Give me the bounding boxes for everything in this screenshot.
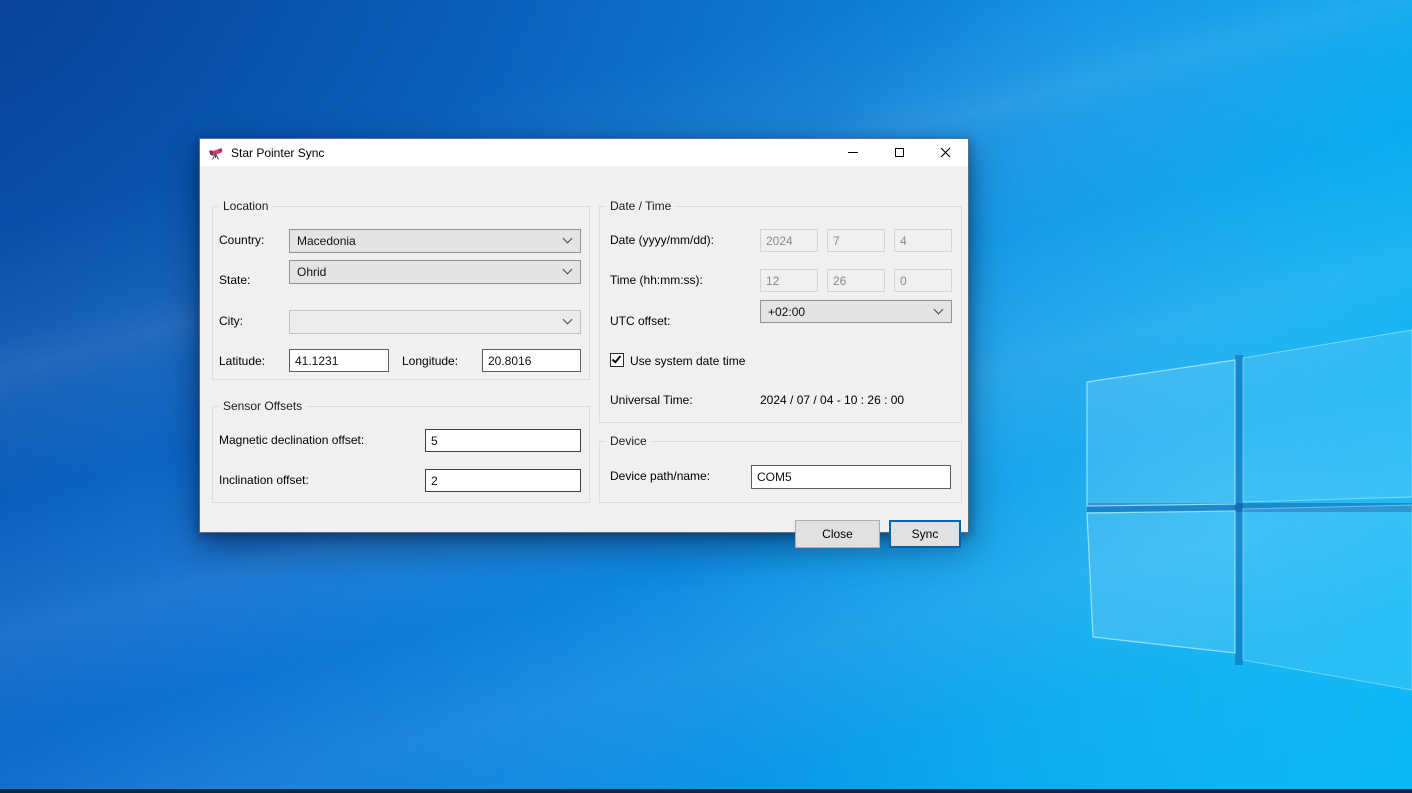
window-controls <box>830 139 968 166</box>
date-time-group: Date / Time Date (yyyy/mm/dd): Time (hh:… <box>599 206 962 423</box>
star-pointer-sync-window: Star Pointer Sync Location Country: Mace… <box>199 138 969 533</box>
sync-button[interactable]: Sync <box>889 520 961 548</box>
chevron-down-icon <box>563 234 573 244</box>
utc-offset-selected-value: +02:00 <box>768 305 805 319</box>
magnetic-declination-label: Magnetic declination offset: <box>219 433 364 447</box>
country-label: Country: <box>219 233 264 247</box>
dialog-client-area: Location Country: Macedonia State: Ohrid… <box>200 166 968 532</box>
chevron-down-icon <box>934 304 944 314</box>
date-month-input[interactable] <box>827 229 885 252</box>
latitude-input[interactable] <box>289 349 389 372</box>
universal-time-label: Universal Time: <box>610 393 693 407</box>
time-second-input[interactable] <box>894 269 952 292</box>
state-label: State: <box>219 273 250 287</box>
chevron-down-icon <box>563 265 573 275</box>
close-icon <box>940 147 951 158</box>
country-select[interactable]: Macedonia <box>289 229 581 253</box>
titlebar[interactable]: Star Pointer Sync <box>200 139 968 166</box>
maximize-button[interactable] <box>876 139 922 166</box>
city-label: City: <box>219 314 243 328</box>
time-label: Time (hh:mm:ss): <box>610 273 703 287</box>
minimize-button[interactable] <box>830 139 876 166</box>
date-time-group-title: Date / Time <box>606 199 675 213</box>
state-selected-value: Ohrid <box>297 265 326 279</box>
sensor-offsets-group-title: Sensor Offsets <box>219 399 306 413</box>
device-group: Device Device path/name: <box>599 441 962 503</box>
windows-logo <box>1060 300 1412 700</box>
city-select[interactable] <box>289 310 581 334</box>
taskbar-edge <box>0 789 1412 793</box>
sensor-offsets-group: Sensor Offsets Magnetic declination offs… <box>212 406 590 503</box>
time-minute-input[interactable] <box>827 269 885 292</box>
desktop-wallpaper: Star Pointer Sync Location Country: Mace… <box>0 0 1412 793</box>
inclination-offset-label: Inclination offset: <box>219 473 309 487</box>
close-button[interactable]: Close <box>795 520 880 548</box>
device-path-label: Device path/name: <box>610 469 710 483</box>
device-path-input[interactable] <box>751 465 951 489</box>
window-title: Star Pointer Sync <box>231 146 324 160</box>
time-hour-input[interactable] <box>760 269 818 292</box>
longitude-label: Longitude: <box>402 354 458 368</box>
magnetic-declination-input[interactable] <box>425 429 581 452</box>
location-group: Location Country: Macedonia State: Ohrid… <box>212 206 590 380</box>
maximize-icon <box>895 148 904 157</box>
country-selected-value: Macedonia <box>297 234 356 248</box>
checkmark-icon <box>612 353 622 363</box>
chevron-down-icon <box>563 315 573 325</box>
inclination-offset-input[interactable] <box>425 469 581 492</box>
use-system-datetime-checkbox[interactable] <box>610 353 624 367</box>
location-group-title: Location <box>219 199 272 213</box>
device-group-title: Device <box>606 434 651 448</box>
close-window-button[interactable] <box>922 139 968 166</box>
latitude-label: Latitude: <box>219 354 265 368</box>
date-year-input[interactable] <box>760 229 818 252</box>
utc-offset-select[interactable]: +02:00 <box>760 300 952 323</box>
date-day-input[interactable] <box>894 229 952 252</box>
date-label: Date (yyyy/mm/dd): <box>610 233 714 247</box>
longitude-input[interactable] <box>482 349 581 372</box>
state-select[interactable]: Ohrid <box>289 260 581 284</box>
minimize-icon <box>848 152 858 153</box>
universal-time-value: 2024 / 07 / 04 - 10 : 26 : 00 <box>760 393 904 407</box>
use-system-datetime-label[interactable]: Use system date time <box>630 354 745 368</box>
telescope-icon <box>208 144 225 161</box>
utc-offset-label: UTC offset: <box>610 314 670 328</box>
